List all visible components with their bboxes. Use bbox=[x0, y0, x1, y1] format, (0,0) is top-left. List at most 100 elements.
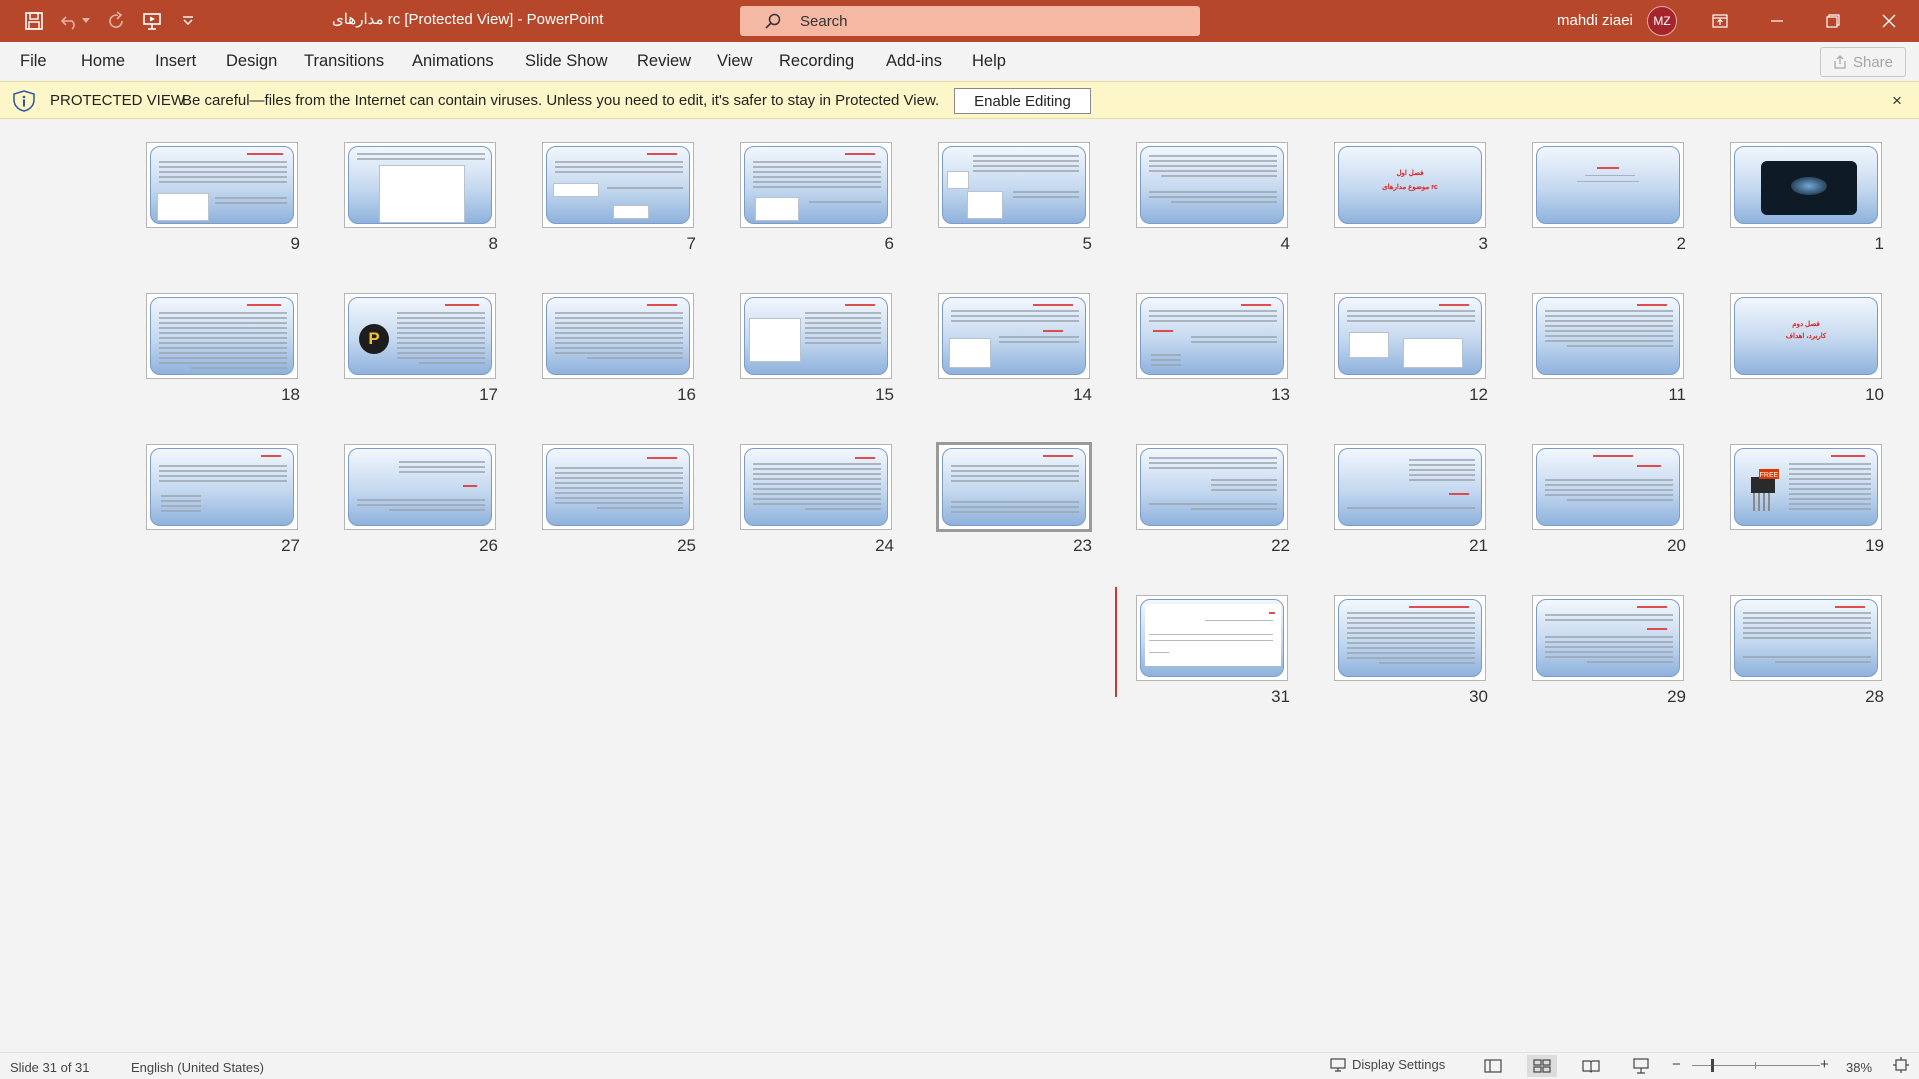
slide-thumbnail-6[interactable]: 6 bbox=[732, 120, 894, 253]
minimize-icon[interactable] bbox=[1754, 0, 1800, 42]
slide-number: 1 bbox=[1874, 234, 1884, 253]
ribbon-tabs: File Home Insert Design Transitions Anim… bbox=[0, 42, 1919, 81]
slide-number: 31 bbox=[1271, 687, 1290, 706]
zoom-level[interactable]: 38% bbox=[1846, 1060, 1872, 1075]
slide-thumbnail-30[interactable]: 30 bbox=[1326, 573, 1488, 706]
tab-transitions[interactable]: Transitions bbox=[304, 52, 384, 71]
slide-counter: Slide 31 of 31 bbox=[10, 1060, 90, 1075]
slide-thumbnail-17[interactable]: P 17 bbox=[336, 271, 498, 404]
restore-icon[interactable] bbox=[1810, 0, 1856, 42]
tab-file[interactable]: File bbox=[20, 52, 47, 71]
slide-thumbnail-7[interactable]: 7 bbox=[534, 120, 696, 253]
slide-sorter-view-icon[interactable] bbox=[1527, 1055, 1557, 1077]
language-indicator[interactable]: English (United States) bbox=[131, 1060, 264, 1075]
tab-slide-show[interactable]: Slide Show bbox=[525, 52, 608, 71]
share-button[interactable]: Share bbox=[1820, 47, 1906, 77]
user-name[interactable]: mahdi ziaei bbox=[1557, 12, 1633, 29]
tab-animations[interactable]: Animations bbox=[412, 52, 494, 71]
slide-number: 22 bbox=[1271, 536, 1290, 555]
normal-view-icon[interactable] bbox=[1478, 1055, 1508, 1077]
display-settings-button[interactable]: Display Settings bbox=[1330, 1057, 1445, 1072]
slide-thumbnail-21[interactable]: 21 bbox=[1326, 422, 1488, 555]
pspice-logo-icon: P bbox=[359, 324, 389, 354]
slide-thumbnail-2[interactable]: 2 bbox=[1524, 120, 1686, 253]
slide-thumbnail-31[interactable]: 31 bbox=[1128, 573, 1290, 706]
save-icon[interactable] bbox=[22, 9, 46, 33]
slide-thumbnail-4[interactable]: 4 bbox=[1128, 120, 1290, 253]
fit-slide-to-window-icon[interactable] bbox=[1892, 1056, 1910, 1077]
tab-home[interactable]: Home bbox=[81, 52, 125, 71]
slide-thumbnail-5[interactable]: 5 bbox=[930, 120, 1092, 253]
ribbon-display-options-icon[interactable] bbox=[1697, 0, 1743, 42]
slide-number: 29 bbox=[1667, 687, 1686, 706]
slide-number: 27 bbox=[281, 536, 300, 555]
tab-review[interactable]: Review bbox=[637, 52, 691, 71]
tab-add-ins[interactable]: Add-ins bbox=[886, 52, 942, 71]
reading-view-icon[interactable] bbox=[1576, 1055, 1606, 1077]
display-settings-label: Display Settings bbox=[1352, 1057, 1446, 1072]
slide-subtitle: کاربرد، اهداف bbox=[1785, 333, 1827, 340]
slide-thumbnail-28[interactable]: 28 bbox=[1722, 573, 1884, 706]
slide-thumbnail-19[interactable]: FREE 19 bbox=[1722, 422, 1884, 555]
slide-thumbnail-12[interactable]: 12 bbox=[1326, 271, 1488, 404]
close-icon[interactable] bbox=[1866, 0, 1912, 42]
slide-number: 26 bbox=[479, 536, 498, 555]
search-placeholder: Search bbox=[800, 13, 848, 30]
present-from-beginning-icon[interactable] bbox=[140, 9, 164, 33]
slide-thumbnail-29[interactable]: 29 bbox=[1524, 573, 1686, 706]
protected-view-message: Be careful—files from the Internet can c… bbox=[182, 92, 940, 109]
share-icon bbox=[1834, 55, 1846, 69]
slide-thumbnail-8[interactable]: 8 bbox=[336, 120, 498, 253]
slide-number: 24 bbox=[875, 536, 894, 555]
slide-number: 7 bbox=[686, 234, 696, 253]
slide-thumbnail-23[interactable]: 23 bbox=[930, 422, 1092, 555]
slide-thumbnail-13[interactable]: 13 bbox=[1128, 271, 1290, 404]
free-badge: FREE bbox=[1760, 472, 1779, 479]
slide-number: 25 bbox=[677, 536, 696, 555]
slide-thumbnail-20[interactable]: 20 bbox=[1524, 422, 1686, 555]
search-box[interactable]: Search bbox=[740, 6, 1200, 36]
slide-thumbnail-25[interactable]: 25 bbox=[534, 422, 696, 555]
enable-editing-button[interactable]: Enable Editing bbox=[954, 88, 1091, 114]
slide-thumbnail-15[interactable]: 15 bbox=[732, 271, 894, 404]
protected-view-title: PROTECTED VIEW bbox=[50, 92, 186, 109]
avatar[interactable]: MZ bbox=[1647, 6, 1677, 36]
slide-thumbnail-18[interactable]: 18 bbox=[138, 271, 300, 404]
share-label: Share bbox=[1852, 53, 1894, 71]
document-title: مدارهای rc [Protected View] - PowerPoint bbox=[332, 11, 604, 28]
slide-thumbnail-22[interactable]: 22 bbox=[1128, 422, 1290, 555]
zoom-out-button[interactable]: − bbox=[1672, 1056, 1681, 1073]
slide-thumbnail-26[interactable]: 26 bbox=[336, 422, 498, 555]
slide-thumbnail-11[interactable]: 11 bbox=[1524, 271, 1686, 404]
undo-dropdown-icon[interactable] bbox=[80, 9, 92, 33]
slide-show-view-icon[interactable] bbox=[1626, 1055, 1656, 1077]
slide-thumbnail-3[interactable]: فصل اول موضوع مدارهای rc 3 bbox=[1326, 120, 1488, 253]
slide-thumbnail-9[interactable]: 9 bbox=[138, 120, 300, 253]
slide-number: 17 bbox=[479, 385, 498, 404]
slide-number: 3 bbox=[1478, 234, 1488, 253]
undo-icon[interactable] bbox=[58, 9, 82, 33]
title-bar: مدارهای rc [Protected View] - PowerPoint… bbox=[0, 0, 1919, 42]
slide-number: 18 bbox=[281, 385, 300, 404]
tab-design[interactable]: Design bbox=[226, 52, 277, 71]
zoom-slider-thumb[interactable] bbox=[1710, 1059, 1714, 1072]
slide-thumbnail-24[interactable]: 24 bbox=[732, 422, 894, 555]
zoom-in-button[interactable]: + bbox=[1820, 1056, 1829, 1073]
status-bar: Slide 31 of 31 English (United States) D… bbox=[0, 1052, 1919, 1079]
slide-thumbnail-10[interactable]: فصل دوم کاربرد، اهداف 10 bbox=[1722, 271, 1884, 404]
slide-number: 19 bbox=[1865, 536, 1884, 555]
slide-thumbnail-16[interactable]: 16 bbox=[534, 271, 696, 404]
slide-thumbnail-27[interactable]: 27 bbox=[138, 422, 300, 555]
slide-number: 21 bbox=[1469, 536, 1488, 555]
tab-help[interactable]: Help bbox=[972, 52, 1006, 71]
slide-thumbnail-1[interactable]: 1 bbox=[1722, 120, 1884, 253]
close-message-bar-icon[interactable]: × bbox=[1892, 91, 1902, 111]
slide-number: 16 bbox=[677, 385, 696, 404]
tab-insert[interactable]: Insert bbox=[155, 52, 196, 71]
slide-number: 15 bbox=[875, 385, 894, 404]
slide-thumbnail-14[interactable]: 14 bbox=[930, 271, 1092, 404]
customize-quick-access-icon[interactable] bbox=[176, 9, 200, 33]
tab-recording[interactable]: Recording bbox=[779, 52, 854, 71]
tab-view[interactable]: View bbox=[717, 52, 752, 71]
redo-icon[interactable] bbox=[104, 9, 128, 33]
